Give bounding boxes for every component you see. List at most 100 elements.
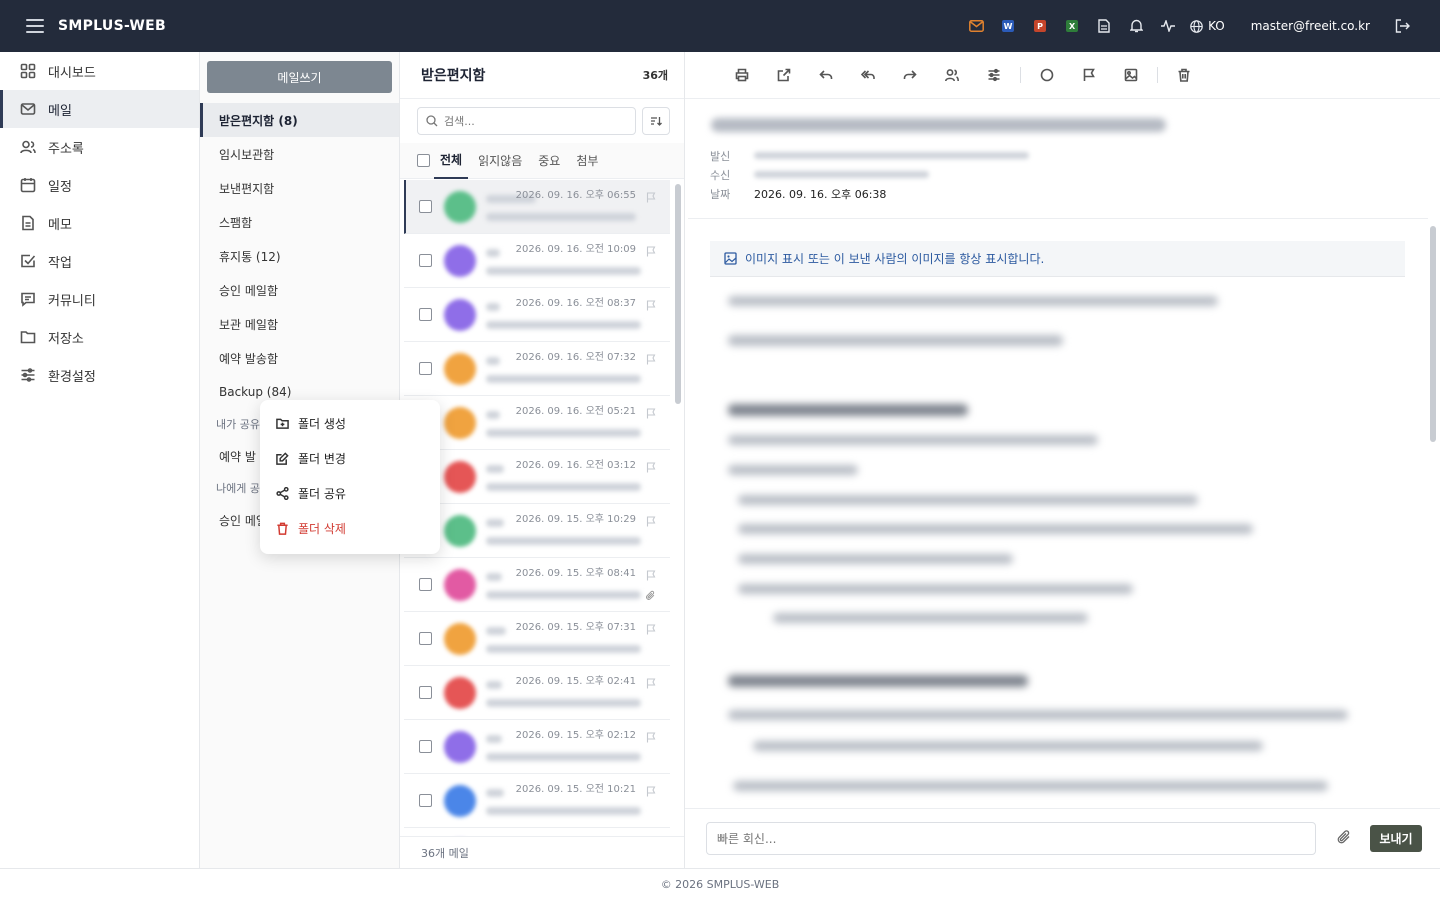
compose-button[interactable]: 메일쓰기 <box>207 61 392 93</box>
image-display-notice[interactable]: 이미지 표시 또는 이 보낸 사람의 이미지를 항상 표시합니다. <box>710 241 1405 277</box>
mail-row[interactable]: 2026. 09. 15. 오후 02:12 <box>404 720 670 774</box>
flag-icon[interactable] <box>646 246 656 257</box>
excel-app-icon[interactable]: X <box>1056 10 1088 42</box>
flag-icon[interactable] <box>646 192 656 203</box>
attach-button[interactable] <box>1336 829 1352 849</box>
mail-row[interactable]: 2026. 09. 15. 오후 07:31 <box>404 612 670 666</box>
add-contact-button[interactable] <box>931 59 973 91</box>
mail-row[interactable]: 2026. 09. 15. 오후 10:29 <box>404 504 670 558</box>
sort-button[interactable] <box>642 107 670 135</box>
mail-row-checkbox[interactable] <box>419 578 432 591</box>
to-value[interactable] <box>754 171 929 178</box>
menu-toggle-icon[interactable] <box>26 19 44 33</box>
bell-icon[interactable] <box>1120 10 1152 42</box>
mail-row-checkbox[interactable] <box>419 632 432 645</box>
mail-row[interactable]: 2026. 09. 16. 오전 07:32 <box>404 342 670 396</box>
body-text-line <box>728 465 858 475</box>
logout-icon[interactable] <box>1386 10 1418 42</box>
flag-icon[interactable] <box>646 732 656 743</box>
delete-mail-button[interactable] <box>1163 59 1205 91</box>
mail-row[interactable]: 2026. 09. 15. 오후 02:41 <box>404 666 670 720</box>
mail-row-checkbox[interactable] <box>419 794 432 807</box>
menu-item-share-folder[interactable]: 폴더 공유 <box>260 476 440 511</box>
flag-button[interactable] <box>1068 59 1110 91</box>
flag-icon[interactable] <box>646 678 656 689</box>
mail-notification-icon[interactable] <box>960 10 992 42</box>
filter-settings-button[interactable] <box>973 59 1015 91</box>
task-icon <box>21 254 36 268</box>
mail-list-scrollbar[interactable] <box>675 184 681 404</box>
folder-trash[interactable]: 휴지통 (12) <box>200 239 399 273</box>
mail-row[interactable]: 2026. 09. 16. 오전 10:09 <box>404 234 670 288</box>
tab-attachments[interactable]: 첨부 <box>576 143 598 179</box>
menu-item-rename-folder[interactable]: 폴더 변경 <box>260 441 440 476</box>
mail-row[interactable] <box>404 828 670 836</box>
flag-icon[interactable] <box>646 462 656 473</box>
user-email[interactable]: master@freeit.co.kr <box>1251 19 1370 33</box>
mail-row[interactable]: 2026. 09. 16. 오전 08:37 <box>404 288 670 342</box>
image-button[interactable] <box>1110 59 1152 91</box>
mail-row-checkbox[interactable] <box>419 254 432 267</box>
nav-item-tasks[interactable]: 작업 <box>0 242 199 280</box>
menu-item-create-folder[interactable]: 폴더 생성 <box>260 406 440 441</box>
folder-drafts[interactable]: 임시보관함 <box>200 137 399 171</box>
mail-row-checkbox[interactable] <box>419 686 432 699</box>
menu-item-delete-folder[interactable]: 폴더 삭제 <box>260 511 440 546</box>
mail-row[interactable]: 2026. 09. 16. 오전 05:21 <box>404 396 670 450</box>
folder-scheduled[interactable]: 예약 발송함 <box>200 341 399 375</box>
folder-sent[interactable]: 보낸편지함 <box>200 171 399 205</box>
mail-date: 2026. 09. 16. 오전 05:21 <box>515 406 636 417</box>
forward-button[interactable] <box>889 59 931 91</box>
folder-approval[interactable]: 승인 메일함 <box>200 273 399 307</box>
flag-icon[interactable] <box>646 624 656 635</box>
search-box[interactable] <box>417 107 636 135</box>
nav-item-contacts[interactable]: 주소록 <box>0 128 199 166</box>
mail-row[interactable]: 2026. 09. 16. 오후 06:55 <box>404 180 670 234</box>
from-value[interactable] <box>754 152 1029 159</box>
nav-item-dashboard[interactable]: 대시보드 <box>0 52 199 90</box>
reader-scrollbar[interactable] <box>1430 226 1436 442</box>
folder-archive[interactable]: 보관 메일함 <box>200 307 399 341</box>
mail-row[interactable]: 2026. 09. 16. 오전 03:12 <box>404 450 670 504</box>
mail-row-checkbox[interactable] <box>419 200 432 213</box>
word-app-icon[interactable]: W <box>992 10 1024 42</box>
print-button[interactable] <box>721 59 763 91</box>
powerpoint-app-icon[interactable]: P <box>1024 10 1056 42</box>
tab-important[interactable]: 중요 <box>538 143 560 179</box>
document-icon[interactable] <box>1088 10 1120 42</box>
quick-reply-input[interactable] <box>706 822 1316 855</box>
select-all-checkbox[interactable] <box>417 154 430 167</box>
reply-button[interactable] <box>805 59 847 91</box>
nav-item-storage[interactable]: 저장소 <box>0 318 199 356</box>
flag-icon[interactable] <box>646 786 656 797</box>
send-button[interactable]: 보내기 <box>1370 825 1422 852</box>
flag-icon[interactable] <box>646 354 656 365</box>
mark-button[interactable] <box>1026 59 1068 91</box>
nav-item-calendar[interactable]: 일정 <box>0 166 199 204</box>
search-input[interactable] <box>444 114 624 128</box>
mail-row[interactable]: 2026. 09. 15. 오전 10:21 <box>404 774 670 828</box>
open-window-button[interactable] <box>763 59 805 91</box>
activity-icon[interactable] <box>1152 10 1184 42</box>
reply-all-button[interactable] <box>847 59 889 91</box>
nav-item-mail[interactable]: 메일 <box>0 90 199 128</box>
mail-row[interactable]: 2026. 09. 15. 오후 08:41 <box>404 558 670 612</box>
flag-icon[interactable] <box>646 516 656 527</box>
mail-row-checkbox[interactable] <box>419 362 432 375</box>
nav-item-community[interactable]: 커뮤니티 <box>0 280 199 318</box>
mail-list-footer: 36개 메일 <box>400 836 684 868</box>
language-selector[interactable]: KO <box>1190 19 1225 33</box>
nav-item-memo[interactable]: 메모 <box>0 204 199 242</box>
mail-row-checkbox[interactable] <box>419 740 432 753</box>
language-label: KO <box>1208 19 1225 33</box>
tab-all[interactable]: 전체 <box>434 143 469 179</box>
folder-inbox[interactable]: 받은편지함 (8) <box>200 103 399 137</box>
folder-spam[interactable]: 스팸함 <box>200 205 399 239</box>
flag-icon[interactable] <box>646 570 656 581</box>
flag-icon[interactable] <box>646 408 656 419</box>
menu-item-label: 폴더 공유 <box>298 487 346 501</box>
tab-unread[interactable]: 읽지않음 <box>478 143 522 179</box>
mail-row-checkbox[interactable] <box>419 308 432 321</box>
flag-icon[interactable] <box>646 300 656 311</box>
nav-item-settings[interactable]: 환경설정 <box>0 356 199 394</box>
